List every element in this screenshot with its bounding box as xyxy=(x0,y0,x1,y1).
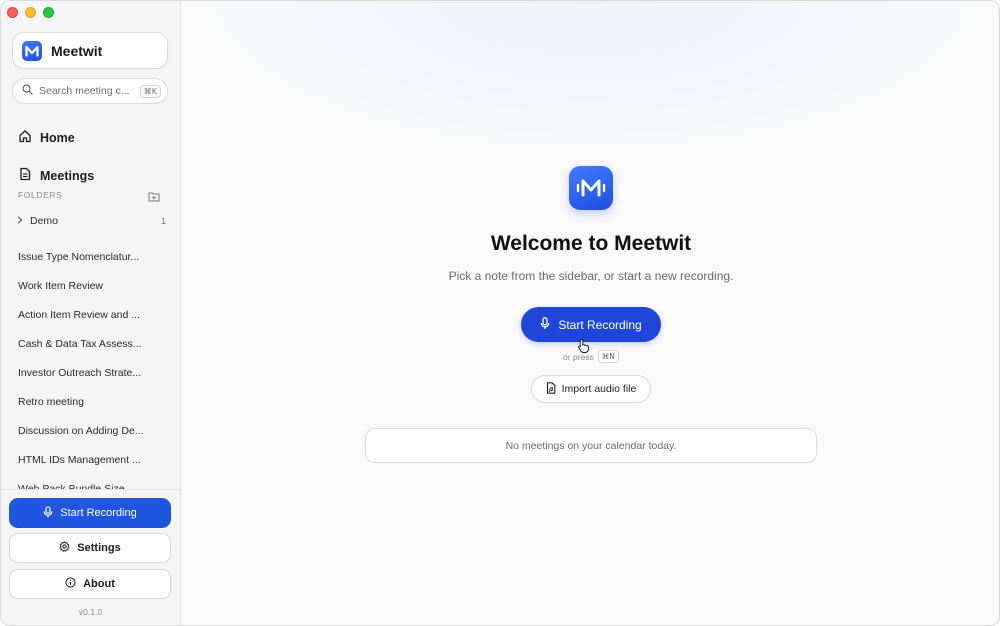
list-item[interactable]: Work Item Review xyxy=(1,271,180,300)
main-content: Welcome to Meetwit Pick a note from the … xyxy=(181,1,999,625)
list-item[interactable]: Action Item Review and ... xyxy=(1,300,180,329)
nav-item-meetings[interactable]: Meetings xyxy=(18,167,94,184)
search-input[interactable] xyxy=(39,85,131,97)
chevron-right-icon xyxy=(16,215,24,227)
list-item[interactable]: Discussion on Adding De... xyxy=(1,416,180,445)
file-audio-icon xyxy=(546,381,556,397)
app-window: Meetwit ⌘K Home xyxy=(0,0,1000,626)
search-box[interactable]: ⌘K xyxy=(12,78,168,104)
button-label: About xyxy=(83,578,115,590)
button-label: Start Recording xyxy=(60,507,137,519)
minimize-window-button[interactable] xyxy=(25,7,36,18)
search-icon xyxy=(22,82,33,100)
list-item[interactable]: Retro meeting xyxy=(1,387,180,416)
close-window-button[interactable] xyxy=(7,7,18,18)
shortcut-key: ⌘N xyxy=(597,350,619,363)
document-icon xyxy=(18,167,32,184)
list-item[interactable]: Cash & Data Tax Assess... xyxy=(1,329,180,358)
meetings-list: Issue Type Nomenclatur... Work Item Revi… xyxy=(1,242,180,490)
nav-item-label: Meetings xyxy=(40,168,95,183)
folders-heading: FOLDERS xyxy=(18,190,63,200)
background-glow xyxy=(181,1,999,161)
microphone-icon xyxy=(540,316,550,333)
settings-button[interactable]: Settings xyxy=(9,533,171,563)
folder-count: 1 xyxy=(160,216,166,226)
list-item[interactable]: Investor Outreach Strate... xyxy=(1,358,180,387)
zoom-window-button[interactable] xyxy=(43,7,54,18)
start-recording-button[interactable]: Start Recording xyxy=(521,307,661,342)
meetwit-logo-icon xyxy=(22,40,42,61)
home-icon xyxy=(18,129,32,146)
window-controls xyxy=(7,7,54,18)
meetwit-logo-icon xyxy=(569,166,613,210)
button-label: Import audio file xyxy=(561,383,637,395)
gear-icon xyxy=(59,541,70,555)
import-audio-button[interactable]: Import audio file xyxy=(531,375,651,403)
about-button[interactable]: About xyxy=(9,569,171,599)
folder-label: Demo xyxy=(30,215,59,227)
brand-name: Meetwit xyxy=(51,42,103,59)
or-press-label: or press xyxy=(563,351,594,362)
add-folder-icon[interactable] xyxy=(148,189,160,207)
folder-item-demo[interactable]: Demo 1 xyxy=(16,215,166,227)
nav-item-label: Home xyxy=(40,130,75,145)
button-label: Settings xyxy=(77,542,121,554)
divider xyxy=(1,489,180,490)
search-shortcut-hint: ⌘K xyxy=(139,84,161,98)
sidebar: Meetwit ⌘K Home xyxy=(1,1,181,625)
brand-header: Meetwit xyxy=(12,32,168,69)
info-icon xyxy=(65,577,76,591)
list-item[interactable]: Issue Type Nomenclatur... xyxy=(1,242,180,271)
list-item[interactable]: Web Pack Bundle Size... xyxy=(1,474,180,490)
microphone-icon xyxy=(43,505,53,521)
nav-item-home[interactable]: Home xyxy=(18,129,75,146)
welcome-title: Welcome to Meetwit xyxy=(490,232,692,255)
shortcut-hint: or press ⌘N xyxy=(563,350,619,363)
welcome-subtitle: Pick a note from the sidebar, or start a… xyxy=(448,269,734,283)
calendar-empty-state: No meetings on your calendar today. xyxy=(365,428,817,463)
list-item[interactable]: HTML IDs Management ... xyxy=(1,445,180,474)
button-label: Start Recording xyxy=(558,317,642,332)
sidebar-start-recording-button[interactable]: Start Recording xyxy=(9,498,171,528)
app-version: v0.1.0 xyxy=(78,607,103,617)
